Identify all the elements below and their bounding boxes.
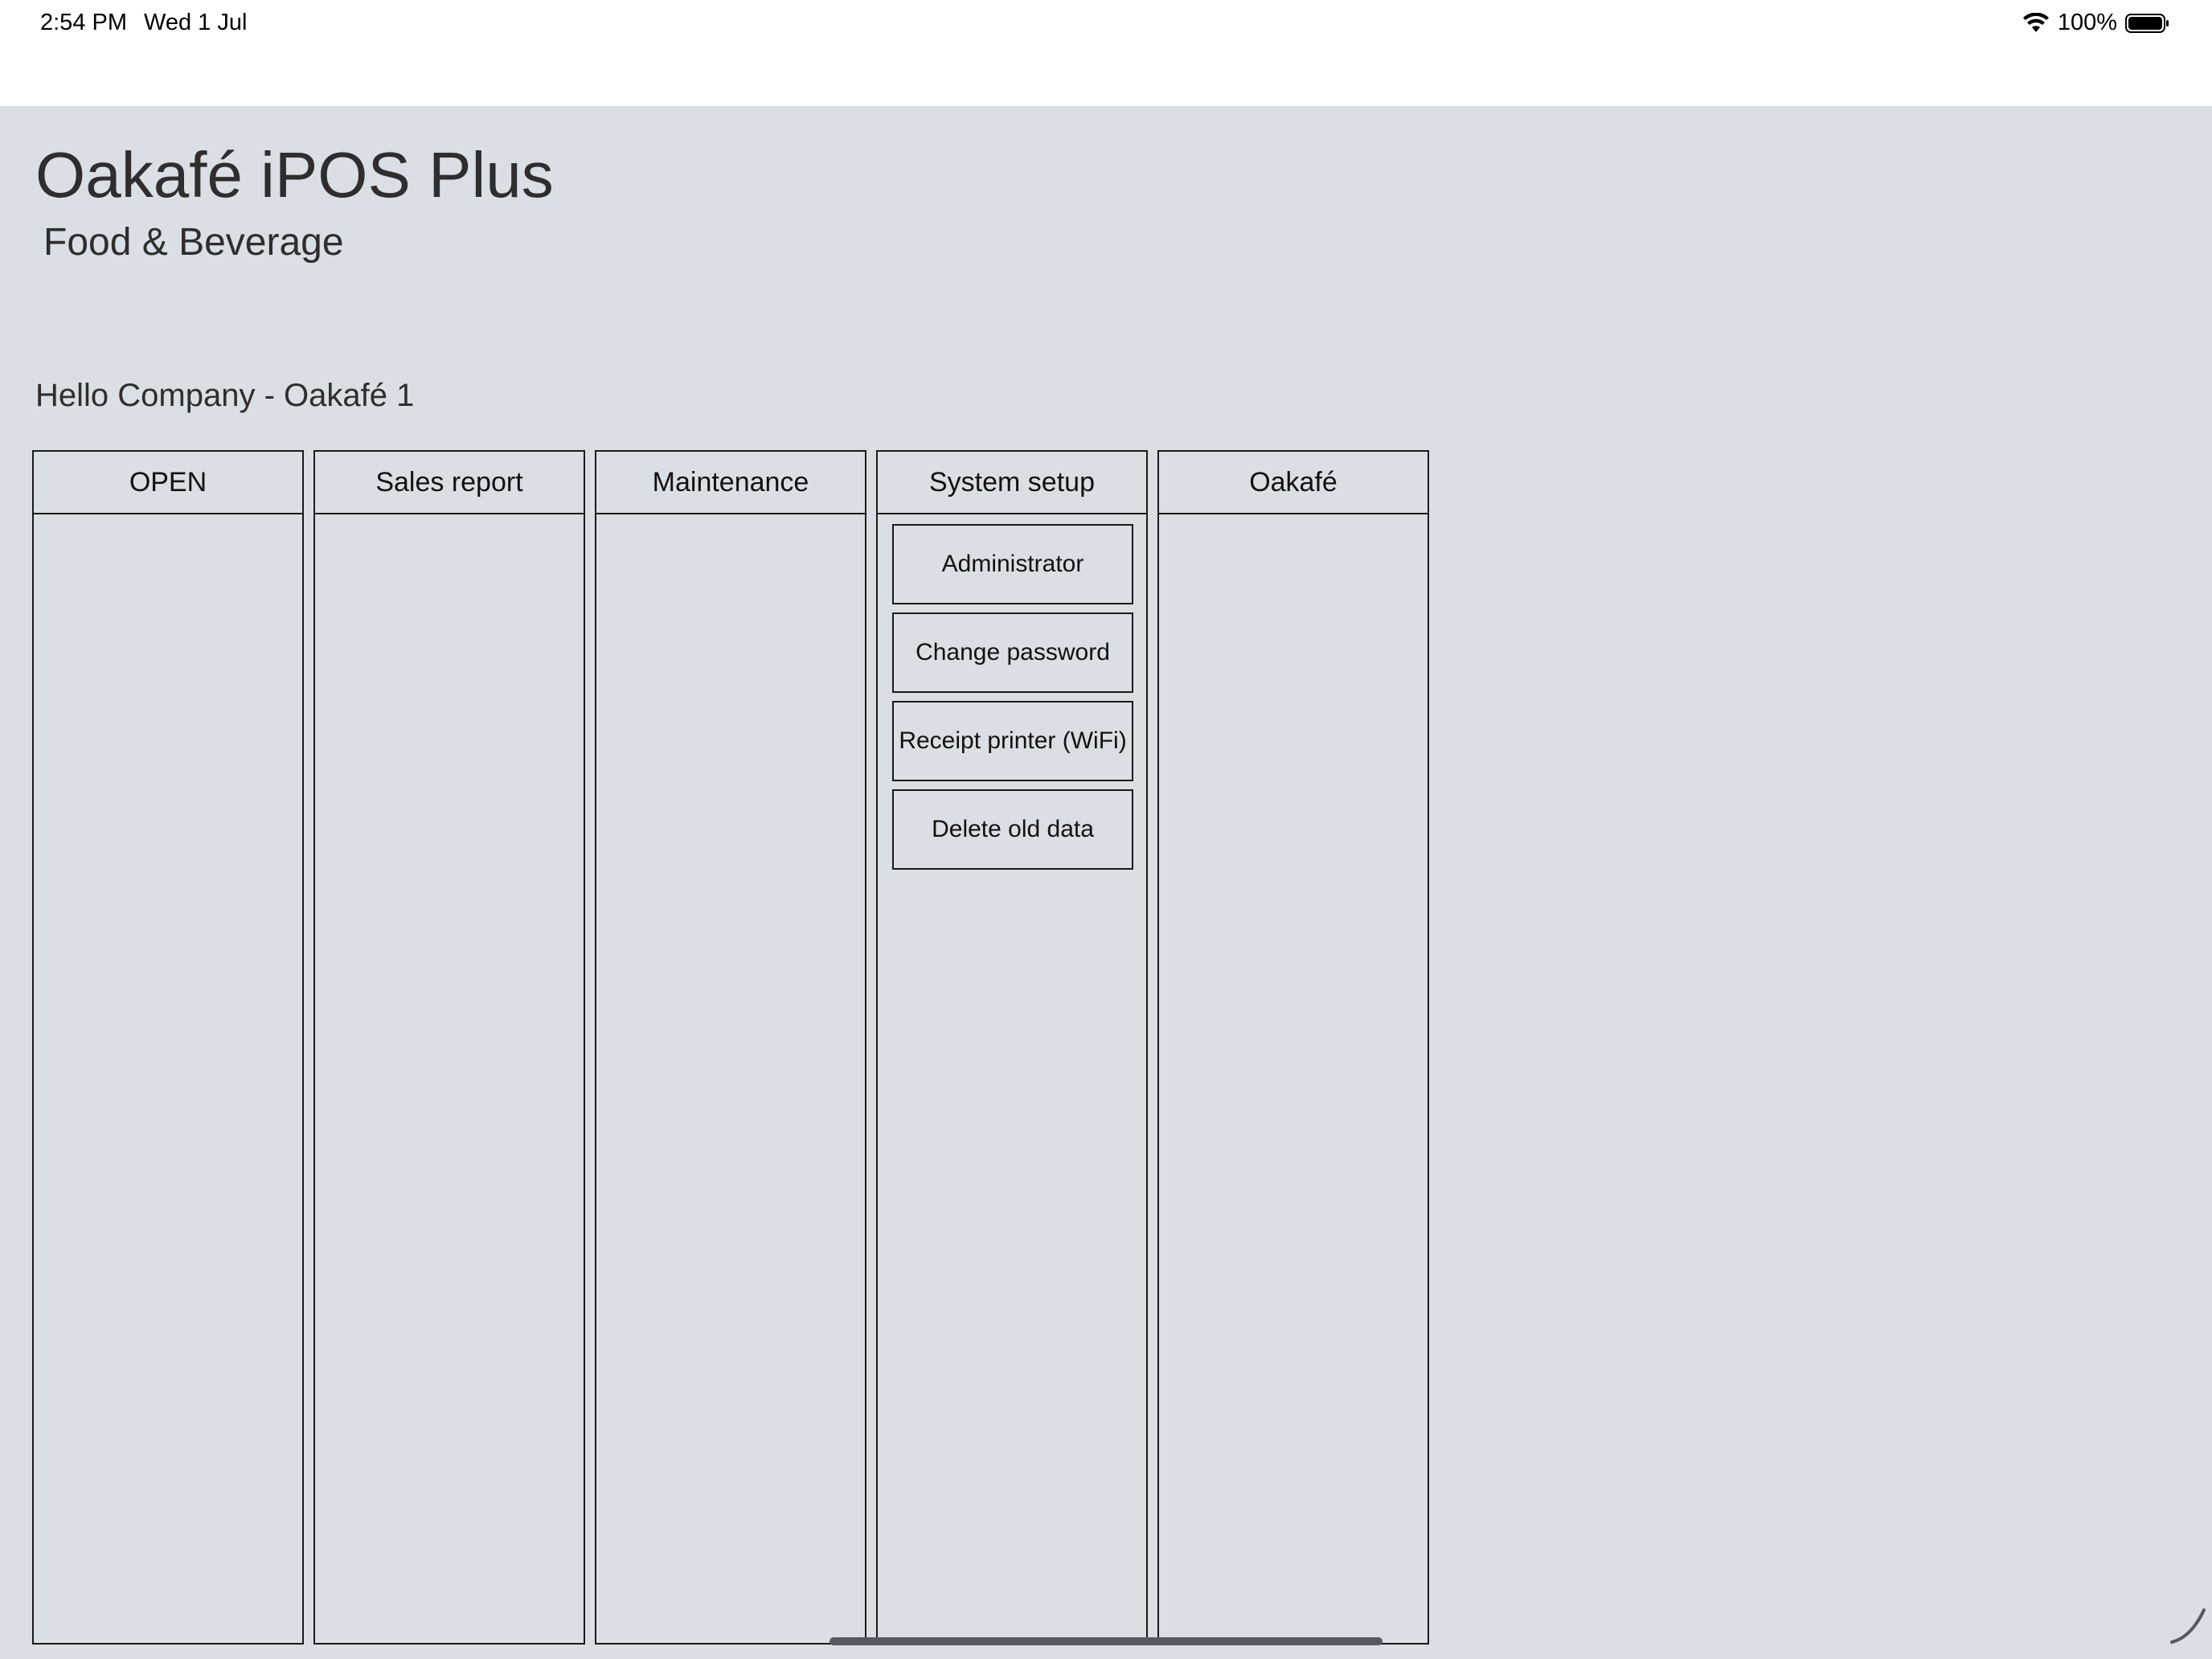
column-sales-report: Sales report	[313, 450, 585, 1645]
delete-old-data-button[interactable]: Delete old data	[892, 789, 1133, 870]
administrator-button[interactable]: Administrator	[892, 524, 1133, 604]
status-indicators: 100%	[2022, 10, 2170, 36]
maintenance-button[interactable]: Maintenance	[596, 452, 865, 514]
receipt-printer-button[interactable]: Receipt printer (WiFi)	[892, 701, 1133, 781]
column-maintenance: Maintenance	[595, 450, 866, 1645]
greeting: Hello Company - Oakafé 1	[35, 378, 415, 413]
status-bar: 2:54 PM Wed 1 Jul 100%	[0, 0, 2212, 106]
app-subtitle: Food & Beverage	[43, 221, 344, 264]
wifi-icon	[2022, 12, 2050, 34]
resize-corner-icon[interactable]	[2167, 1605, 2207, 1649]
status-date: Wed 1 Jul	[144, 10, 248, 35]
column-oakafe: Oakafé	[1157, 450, 1429, 1645]
oakafe-button[interactable]: Oakafé	[1159, 452, 1428, 514]
status-time: 2:54 PM	[40, 10, 127, 35]
column-system-setup: System setup Administrator Change passwo…	[876, 450, 1148, 1645]
open-button[interactable]: OPEN	[34, 452, 302, 514]
home-indicator[interactable]	[830, 1637, 1382, 1645]
battery-icon	[2125, 13, 2170, 34]
system-setup-button[interactable]: System setup	[878, 452, 1146, 514]
sales-report-button[interactable]: Sales report	[315, 452, 584, 514]
change-password-button[interactable]: Change password	[892, 612, 1133, 693]
battery-percent: 100%	[2057, 10, 2117, 35]
column-open: OPEN	[32, 450, 304, 1645]
app-title: Oakafé iPOS Plus	[35, 139, 554, 211]
main-area: Oakafé iPOS Plus Food & Beverage Hello C…	[0, 106, 2212, 1659]
